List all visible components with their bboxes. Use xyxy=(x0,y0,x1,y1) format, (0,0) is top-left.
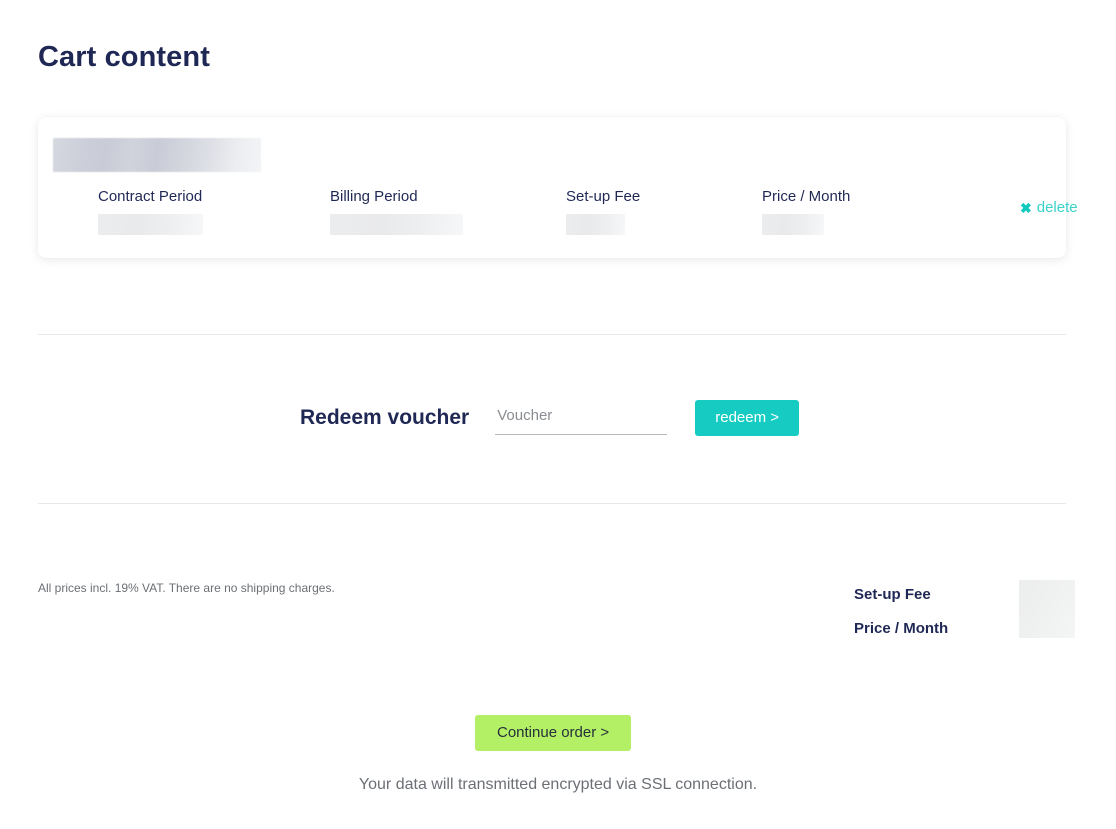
redeem-voucher-heading: Redeem voucher xyxy=(300,406,470,430)
continue-order-button[interactable]: Continue order > xyxy=(475,715,632,751)
redeem-voucher-section: Redeem voucher redeem > xyxy=(300,400,800,436)
close-x-icon: ✖ xyxy=(1020,199,1032,216)
cart-column-value-setup-fee-redacted xyxy=(566,213,625,235)
voucher-input[interactable] xyxy=(495,401,668,435)
totals-label-price-per-month: Price / Month xyxy=(854,620,949,637)
delete-item-link[interactable]: ✖ delete xyxy=(1020,199,1078,216)
order-totals: Set-up Fee Price / Month xyxy=(854,578,1075,646)
cart-column-label-billing-period: Billing Period xyxy=(330,188,418,205)
cart-column-contract-period: Contract Period xyxy=(98,187,278,235)
cart-column-label-price-per-month: Price / Month xyxy=(762,188,851,205)
cart-column-label-setup-fee: Set-up Fee xyxy=(566,188,641,205)
cart-item-card: Contract Period Billing Period Set-up Fe… xyxy=(38,117,1078,258)
divider-top xyxy=(38,334,1066,335)
cart-column-value-billing-period-redacted xyxy=(330,213,463,235)
cart-column-value-price-per-month-redacted xyxy=(762,213,824,235)
totals-row: Set-up Fee xyxy=(854,578,1066,612)
cart-column-value-contract-period-redacted xyxy=(98,213,203,235)
cart-column-billing-period: Billing Period xyxy=(330,187,530,235)
cart-column-setup-fee: Set-up Fee xyxy=(566,187,736,235)
cart-column-label-contract-period: Contract Period xyxy=(98,188,203,205)
page-title: Cart content xyxy=(38,41,210,73)
product-name-redacted xyxy=(53,138,261,172)
vat-note: All prices incl. 19% VAT. There are no s… xyxy=(38,581,335,595)
delete-item-label: delete xyxy=(1036,199,1078,216)
totals-row: Price / Month xyxy=(854,612,1066,646)
redeem-button[interactable]: redeem > xyxy=(695,400,800,436)
cart-column-price-per-month: Price / Month xyxy=(762,187,962,235)
ssl-note: Your data will transmitted encrypted via… xyxy=(358,776,758,793)
divider-bottom xyxy=(38,503,1066,504)
cart-item-columns: Contract Period Billing Period Set-up Fe… xyxy=(38,187,1078,257)
totals-label-setup-fee: Set-up Fee xyxy=(854,586,931,603)
